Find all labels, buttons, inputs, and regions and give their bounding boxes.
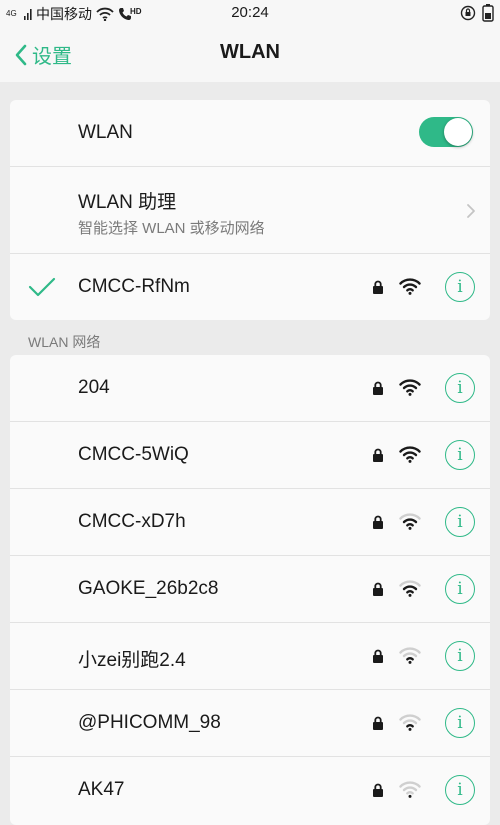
info-icon: i <box>457 646 463 666</box>
rotation-lock-icon <box>460 5 476 21</box>
network-ssid: 小zei别跑2.4 <box>78 650 186 671</box>
lock-icon <box>373 448 383 462</box>
network-info-button[interactable]: i <box>445 775 475 805</box>
status-right <box>460 4 494 22</box>
wifi-signal-icon <box>399 781 421 798</box>
network-ssid: AK47 <box>78 779 125 800</box>
lock-icon <box>373 582 383 596</box>
toggle-knob <box>444 118 472 146</box>
network-info-button[interactable]: i <box>445 440 475 470</box>
info-icon: i <box>457 780 463 800</box>
info-icon: i <box>457 445 463 465</box>
network-ssid: GAOKE_26b2c8 <box>78 578 219 599</box>
network-info-button[interactable]: i <box>445 574 475 604</box>
wlan-settings-card: WLAN WLAN 助理 智能选择 WLAN 或移动网络 CMCC-RfNm i <box>10 100 490 320</box>
lock-icon <box>373 381 383 395</box>
connected-network-row[interactable]: CMCC-RfNm i <box>10 254 490 320</box>
wifi-signal-icon <box>399 647 421 664</box>
wifi-signal-icon <box>399 446 421 463</box>
wlan-toggle-label: WLAN <box>78 122 133 143</box>
network-list-item[interactable]: CMCC-5WiQ i <box>10 422 490 489</box>
wifi-signal-icon <box>399 278 421 295</box>
network-info-button[interactable]: i <box>445 272 475 302</box>
lock-icon <box>373 280 383 294</box>
network-info-button[interactable]: i <box>445 641 475 671</box>
network-ssid: CMCC-xD7h <box>78 511 186 532</box>
network-ssid: CMCC-5WiQ <box>78 444 189 465</box>
available-networks-list: 204 i CMCC-5WiQ i CMCC-xD7h i GAOKE_26b2… <box>10 355 490 825</box>
network-ssid: 204 <box>78 377 110 398</box>
wlan-assistant-title: WLAN 助理 <box>78 192 177 213</box>
networks-section-header: WLAN 网络 <box>28 334 101 350</box>
wifi-signal-icon <box>399 714 421 731</box>
info-icon: i <box>457 579 463 599</box>
network-list-item[interactable]: GAOKE_26b2c8 i <box>10 556 490 623</box>
network-list-item[interactable]: 204 i <box>10 355 490 422</box>
info-icon: i <box>457 713 463 733</box>
wlan-toggle-row: WLAN <box>10 100 490 167</box>
network-list-item[interactable]: 小zei别跑2.4 i <box>10 623 490 690</box>
wlan-toggle-switch[interactable] <box>419 117 473 147</box>
wifi-signal-icon <box>399 513 421 530</box>
chevron-right-icon <box>467 204 475 218</box>
network-info-button[interactable]: i <box>445 708 475 738</box>
info-icon: i <box>457 512 463 532</box>
info-icon: i <box>457 378 463 398</box>
network-list-item[interactable]: CMCC-xD7h i <box>10 489 490 556</box>
lock-icon <box>373 716 383 730</box>
lock-icon <box>373 783 383 797</box>
navigation-bar: 设置 WLAN <box>0 26 500 82</box>
network-info-button[interactable]: i <box>445 507 475 537</box>
wlan-assistant-row[interactable]: WLAN 助理 智能选择 WLAN 或移动网络 <box>10 167 490 254</box>
lock-icon <box>373 649 383 663</box>
status-time: 20:24 <box>231 4 269 21</box>
info-icon: i <box>457 277 463 297</box>
network-ssid: @PHICOMM_98 <box>78 712 221 733</box>
checkmark-icon <box>28 277 56 297</box>
battery-icon <box>482 4 494 22</box>
network-list-item[interactable]: @PHICOMM_98 i <box>10 690 490 757</box>
wifi-signal-icon <box>399 379 421 396</box>
wlan-assistant-subtitle: 智能选择 WLAN 或移动网络 <box>78 220 265 237</box>
wifi-signal-icon <box>399 580 421 597</box>
lock-icon <box>373 515 383 529</box>
network-list-item[interactable]: AK47 i <box>10 757 490 823</box>
status-bar: 4G 中国移动 HD 20:24 <box>0 0 500 26</box>
connected-network-ssid: CMCC-RfNm <box>78 276 190 297</box>
network-info-button[interactable]: i <box>445 373 475 403</box>
page-title: WLAN <box>220 41 280 63</box>
